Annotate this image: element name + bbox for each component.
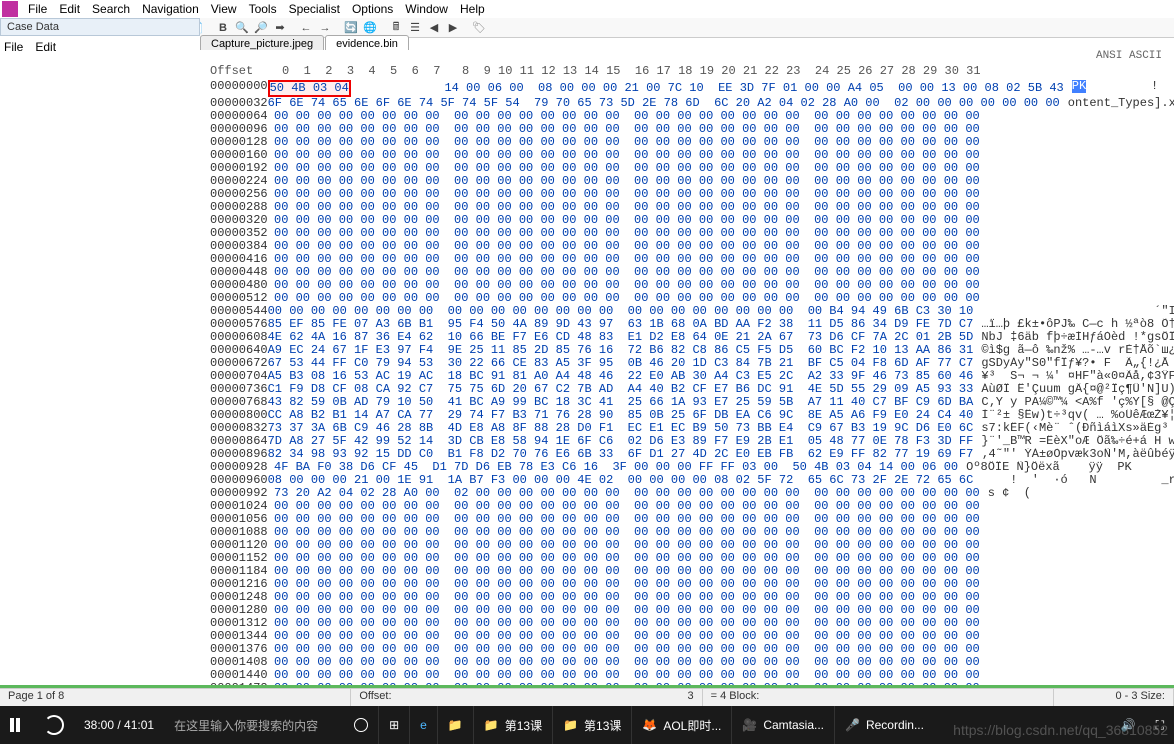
app-label: 第13课 (584, 717, 621, 734)
app-label: 第13课 (505, 717, 542, 734)
app-icon: 🎥 (742, 718, 757, 732)
ascii-col: PK ! | î=  ¤ [ C (1072, 80, 1174, 97)
ascii-col: ! ' ·ó N _rels/.rel (981, 474, 1174, 487)
ascii-col: gSDyÀy"S0"fÎƒ¥?• F Ã„{!¿Å ømw Ç (981, 357, 1174, 370)
status-offset: Offset: 3 (351, 689, 702, 706)
reload-button[interactable] (34, 706, 74, 744)
app-icon (2, 1, 18, 17)
taskbar-app[interactable]: 🎥 Camtasia... (731, 706, 834, 744)
status-page: Page 1 of 8 (0, 689, 351, 706)
menu-search[interactable]: Search (86, 2, 136, 16)
ascii-col: s7:kËF(‹Mè¨ ˆ(ÐñìáìXs»äÉg³ Öàl (981, 422, 1174, 435)
menu-view[interactable]: View (205, 2, 243, 16)
statusbar: Page 1 of 8 Offset: 3 = 4 Block: 0 - 3 S… (0, 688, 1174, 706)
app-label: Camtasia... (763, 718, 824, 732)
menu-options[interactable]: Options (346, 2, 399, 16)
menu-tools[interactable]: Tools (243, 2, 283, 16)
menu-edit[interactable]: Edit (53, 2, 86, 16)
taskbar-app[interactable]: 📁 第13课 (473, 706, 552, 744)
ascii-col: C‚Y ­y PA¼©™¼ <A%f 'ç%Y[§ @Ç¿ÉmºВ (981, 396, 1174, 409)
taskbar-app[interactable]: 🦊 AOL即时... (631, 706, 731, 744)
cortana-icon[interactable] (344, 706, 378, 744)
taskbar-app[interactable]: 📁 第13课 (552, 706, 631, 744)
selected-ascii: PK (1072, 80, 1086, 93)
search-box[interactable]: 在这里输入你要搜索的内容 (164, 706, 344, 744)
ascii-col: …ï…þ £k±•ôPJ‰ C—c h ½ªò8 Õ†4Ùþ}Ç (981, 318, 1174, 331)
hex-row[interactable]: 0000000050 4B 03 04 14 00 06 00 08 00 00… (200, 80, 1174, 97)
file-tabs: Capture_picture.jpeg evidence.bin (200, 32, 410, 52)
ascii-col: ontent_Types].xml ¢ ( (1068, 97, 1174, 110)
ascii-col: ©ì$g ã—ô ‰nž% …-…v rÈ†Åõ`ш¿"q1 (981, 344, 1174, 357)
ascii-col: ¥³ S¬ ¬ ¼' ¤HF"à«0¤Ãå,¢3ŸFs…`F (981, 370, 1174, 383)
hex-header: Offset 0 1 2 3 4 5 6 7 8 9 10 11 12 13 1… (200, 63, 1174, 80)
edge-icon[interactable]: e (409, 706, 437, 744)
play-pause-button[interactable] (0, 706, 34, 744)
ascii-col: }¨'_B™R =ËèX"oÆ Öã‰÷é+á H w xó=ÿ (981, 435, 1174, 448)
panel-file[interactable]: File (4, 40, 23, 54)
app-icon: 📁 (563, 718, 578, 732)
left-panel: Case Data File Edit (0, 18, 200, 688)
menu-navigation[interactable]: Navigation (136, 2, 205, 16)
help-icon[interactable]: 🏷 (471, 20, 487, 36)
next-icon[interactable]: ▶ (445, 20, 461, 36)
menu-window[interactable]: Window (399, 2, 454, 16)
hex-bytes[interactable]: 50 4B 03 04 14 00 06 00 08 00 00 00 21 0… (268, 80, 1064, 97)
ascii-col: ‚4˜"' ÝÀ±øÒpvæk3oÑ'M,àëûbéÿ‚w i÷ (981, 448, 1174, 461)
selected-bytes[interactable]: 50 4B 03 04 (268, 80, 351, 97)
app-label: Recordin... (866, 718, 924, 732)
task-view-icon[interactable]: ⊞ (378, 706, 409, 744)
panel-edit[interactable]: Edit (35, 40, 56, 54)
status-selection: 0 - 3 Size: (1054, 689, 1174, 706)
ascii-col: ´"IkÃ0 (981, 305, 1174, 318)
status-block: = 4 Block: (703, 689, 1054, 706)
ascii-col: s ¢ ( (988, 487, 1031, 500)
menu-file[interactable]: File (22, 2, 53, 16)
offset: 00000000 (210, 80, 268, 97)
explorer-icon[interactable]: 📁 (437, 706, 473, 744)
hex-view[interactable]: ANSI ASCII Offset 0 1 2 3 4 5 6 7 8 9 10… (200, 50, 1174, 688)
video-time: 38:00 / 41:01 (74, 706, 164, 744)
ascii-col: Oº8ÖÏE Ñ}Öëxã ÿÿ PK (966, 461, 1132, 474)
menu-specialist[interactable]: Specialist (283, 2, 346, 16)
app-icon: 🦊 (642, 718, 657, 732)
ascii-col: ÁùØÏ Ê'Çuum gÂ{­¤@²Ïç¶Ü'N]U) ¥"3 (981, 383, 1174, 396)
app-icon: 📁 (484, 718, 499, 732)
menu-help[interactable]: Help (454, 2, 491, 16)
app-icon: 🎤 (845, 718, 860, 732)
app-label: AOL即时... (663, 717, 721, 734)
taskbar-app[interactable]: 🎤 Recordin... (834, 706, 934, 744)
case-data-title[interactable]: Case Data (0, 18, 200, 36)
prev-icon[interactable]: ◀ (426, 20, 442, 36)
ascii-col: Ì¨²± §Êw)t÷³qv( … %oÛêÆœŽ¥¦ùà$Ä@ (981, 409, 1174, 422)
watermark: https://blog.csdn.net/qq_36810852 (953, 722, 1168, 738)
encoding-label: ANSI ASCII (200, 50, 1174, 63)
menubar: FileEditSearchNavigationViewToolsSpecial… (0, 0, 1174, 18)
ascii-col: NbJ ‡6äb fþ÷æÍHƒáÒèd !*gsÖÏz, +] (981, 331, 1174, 344)
